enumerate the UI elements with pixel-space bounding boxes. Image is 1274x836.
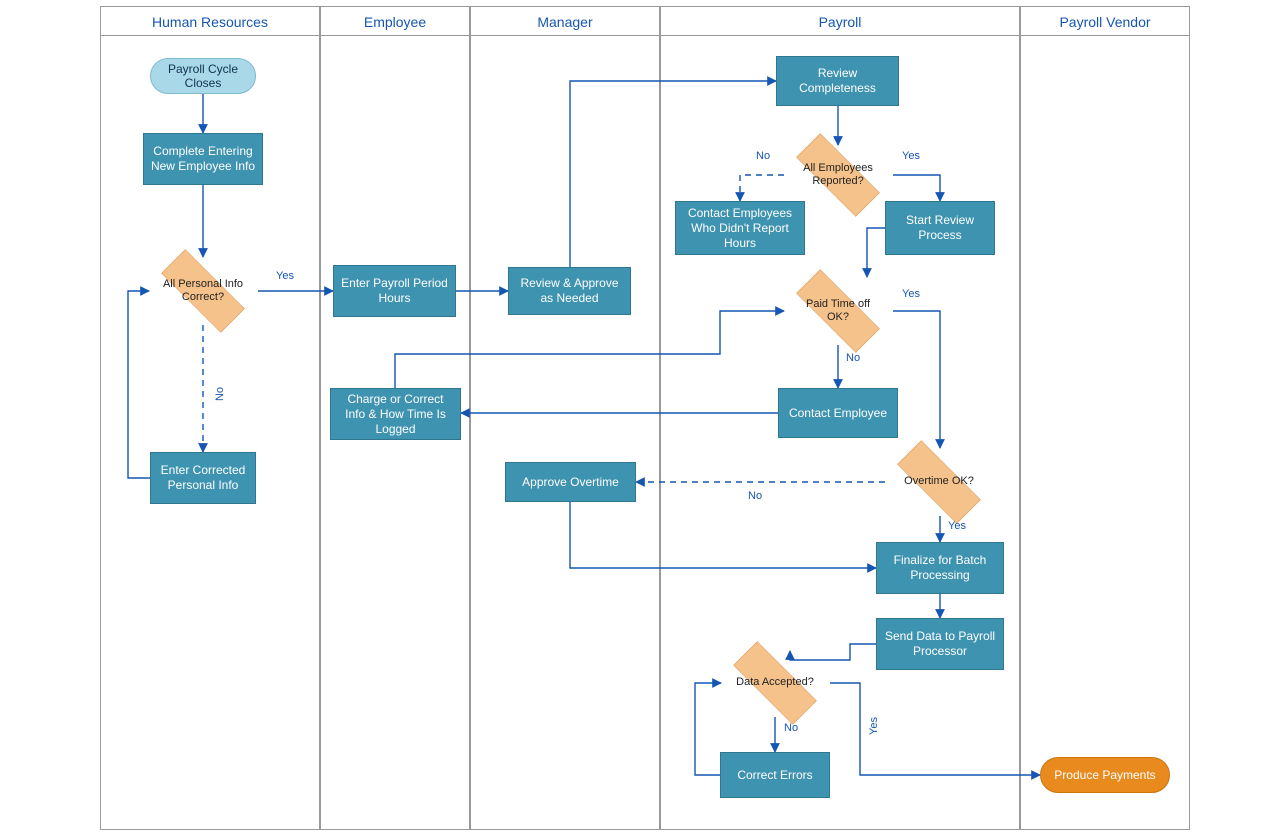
swimlane-flowchart: Human Resources Employee Manager Payroll… xyxy=(0,0,1274,836)
process-enter-corrected: Enter Corrected Personal Info xyxy=(150,452,256,504)
process-contact-employee: Contact Employee xyxy=(778,388,898,438)
process-complete-info: Complete Entering New Employee Info xyxy=(143,133,263,185)
edge-label-yes: Yes xyxy=(868,717,880,735)
terminator-produce: Produce Payments xyxy=(1040,757,1170,793)
process-charge-correct: Charge or Correct Info & How Time Is Log… xyxy=(330,388,461,440)
process-contact-noreport: Contact Employees Who Didn't Report Hour… xyxy=(675,201,805,255)
lane-header-manager: Manager xyxy=(470,6,660,36)
decision-label: Paid Time off OK? xyxy=(784,277,892,345)
process-review-approve: Review & Approve as Needed xyxy=(508,267,631,315)
process-start-review: Start Review Process xyxy=(885,201,995,255)
process-correct-errors: Correct Errors xyxy=(720,752,830,798)
lane-header-vendor: Payroll Vendor xyxy=(1020,6,1190,36)
decision-label: All Personal Info Correct? xyxy=(149,257,257,325)
edge-label-yes: Yes xyxy=(902,288,920,300)
decision-data-accepted: Data Accepted? xyxy=(721,649,829,717)
process-enter-hours: Enter Payroll Period Hours xyxy=(333,265,456,317)
edge-label-yes: Yes xyxy=(902,150,920,162)
process-send-data: Send Data to Payroll Processor xyxy=(876,618,1004,670)
process-review-completeness: Review Completeness xyxy=(776,56,899,106)
lane-header-payroll: Payroll xyxy=(660,6,1020,36)
edge-label-yes: Yes xyxy=(276,270,294,282)
edge-label-no: No xyxy=(748,490,762,502)
edge-label-no: No xyxy=(756,150,770,162)
decision-all-reported: All Employees Reported? xyxy=(784,141,892,209)
edge-label-yes: Yes xyxy=(948,520,966,532)
lane-header-hr: Human Resources xyxy=(100,6,320,36)
lane-header-employee: Employee xyxy=(320,6,470,36)
edge-label-no: No xyxy=(846,352,860,364)
lane-body-vendor xyxy=(1020,36,1190,830)
decision-all-personal: All Personal Info Correct? xyxy=(149,257,257,325)
decision-overtime-ok: Overtime OK? xyxy=(885,448,993,516)
terminator-start: Payroll Cycle Closes xyxy=(150,58,256,94)
process-finalize: Finalize for Batch Processing xyxy=(876,542,1004,594)
decision-pto-ok: Paid Time off OK? xyxy=(784,277,892,345)
decision-label: Data Accepted? xyxy=(721,649,829,717)
decision-label: All Employees Reported? xyxy=(784,141,892,209)
lane-body-manager xyxy=(470,36,660,830)
edge-label-no: No xyxy=(214,387,226,401)
process-approve-overtime: Approve Overtime xyxy=(505,462,636,502)
decision-label: Overtime OK? xyxy=(885,448,993,516)
edge-label-no: No xyxy=(784,722,798,734)
